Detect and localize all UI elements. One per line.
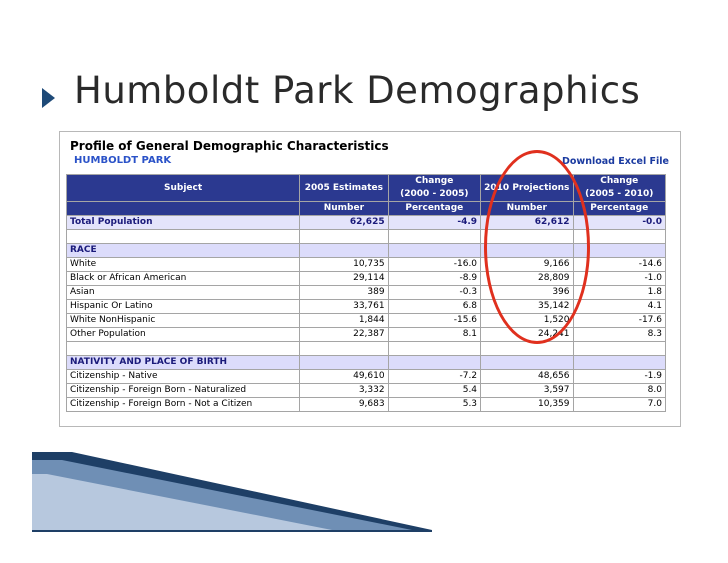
cell-estimate: 33,761 — [299, 299, 389, 314]
cell-change-2000-2005: -15.6 — [387, 313, 482, 328]
row-label: Other Population — [65, 327, 301, 342]
row-label: Citizenship - Foreign Born - Naturalized — [65, 383, 301, 398]
row-label: Total Population — [65, 215, 301, 230]
cell-change-2000-2005: 8.1 — [387, 327, 482, 342]
row-label: Citizenship - Native — [65, 369, 301, 384]
row-label: White — [65, 257, 301, 272]
cell-estimate: 389 — [299, 285, 389, 300]
slide-title: Humboldt Park Demographics — [74, 69, 641, 112]
table-row: Citizenship - Foreign Born - Naturalized… — [65, 383, 666, 398]
cell-projection: 10,359 — [480, 397, 574, 412]
cell-estimate: 9,683 — [299, 397, 389, 412]
area-name: HUMBOLDT PARK — [74, 155, 172, 166]
cell-projection: 3,597 — [480, 383, 574, 398]
highlight-circle — [484, 150, 590, 344]
cell-change-2000-2005: -8.9 — [387, 271, 482, 286]
cell-change-2000-2005: 5.3 — [387, 397, 482, 412]
cell-change-2005-2010: 1.8 — [572, 285, 666, 300]
subheader-number: Number — [299, 201, 389, 216]
table-row: Other Population 22,387 8.1 24,241 8.3 — [65, 327, 666, 342]
cell-change-2005-2010: 8.3 — [572, 327, 666, 342]
cell-estimate: 49,610 — [299, 369, 389, 384]
subheader-blank — [65, 201, 301, 216]
col-header-2005-estimates: 2005 Estimates — [299, 174, 389, 202]
row-label: Black or African American — [65, 271, 301, 286]
col-header-change-2000-2005: Change (2000 - 2005) — [387, 174, 482, 202]
slide-bullet-icon — [42, 88, 55, 108]
section-label: NATIVITY AND PLACE OF BIRTH — [65, 355, 301, 370]
table-row: Citizenship - Foreign Born - Not a Citiz… — [65, 397, 666, 412]
row-label: White NonHispanic — [65, 313, 301, 328]
cell-estimate: 62,625 — [299, 215, 389, 230]
col-header-change-2005-2010: Change (2005 - 2010) — [572, 174, 666, 202]
cell-estimate: 3,332 — [299, 383, 389, 398]
col-header-change-label: Change — [415, 176, 454, 186]
cell-change-2000-2005: -16.0 — [387, 257, 482, 272]
table-row: Citizenship - Native 49,610 -7.2 48,656 … — [65, 369, 666, 384]
cell-change-2000-2005: 5.4 — [387, 383, 482, 398]
col-header-subject: Subject — [65, 174, 301, 202]
download-excel-link[interactable]: Download Excel File — [562, 156, 669, 167]
cell-change-2000-2005: -7.2 — [387, 369, 482, 384]
decorative-swoosh — [32, 452, 432, 532]
cell-change-2005-2010: 7.0 — [572, 397, 666, 412]
cell-change-2005-2010: 4.1 — [572, 299, 666, 314]
table-row: White NonHispanic 1,844 -15.6 1,520 -17.… — [65, 313, 666, 328]
report-title: Profile of General Demographic Character… — [70, 139, 389, 153]
cell-estimate: 29,114 — [299, 271, 389, 286]
cell-change-2005-2010: -17.6 — [572, 313, 666, 328]
cell-change-2005-2010: -1.9 — [572, 369, 666, 384]
cell-change-2000-2005: 6.8 — [387, 299, 482, 314]
cell-estimate: 10,735 — [299, 257, 389, 272]
cell-estimate: 1,844 — [299, 313, 389, 328]
col-header-change-range: (2000 - 2005) — [400, 189, 469, 199]
spacer-row — [65, 341, 666, 356]
row-label: Hispanic Or Latino — [65, 299, 301, 314]
cell-projection: 48,656 — [480, 369, 574, 384]
cell-change-2005-2010: 8.0 — [572, 383, 666, 398]
row-label: Asian — [65, 285, 301, 300]
col-header-change-range: (2005 - 2010) — [585, 189, 654, 199]
subheader-percentage: Percentage — [387, 201, 482, 216]
cell-change-2000-2005: -0.3 — [387, 285, 482, 300]
section-label: RACE — [65, 243, 301, 258]
cell-change-2000-2005: -4.9 — [387, 215, 482, 230]
row-label: Citizenship - Foreign Born - Not a Citiz… — [65, 397, 301, 412]
col-header-change-label: Change — [600, 176, 639, 186]
cell-estimate: 22,387 — [299, 327, 389, 342]
section-row-nativity: NATIVITY AND PLACE OF BIRTH — [65, 355, 666, 370]
